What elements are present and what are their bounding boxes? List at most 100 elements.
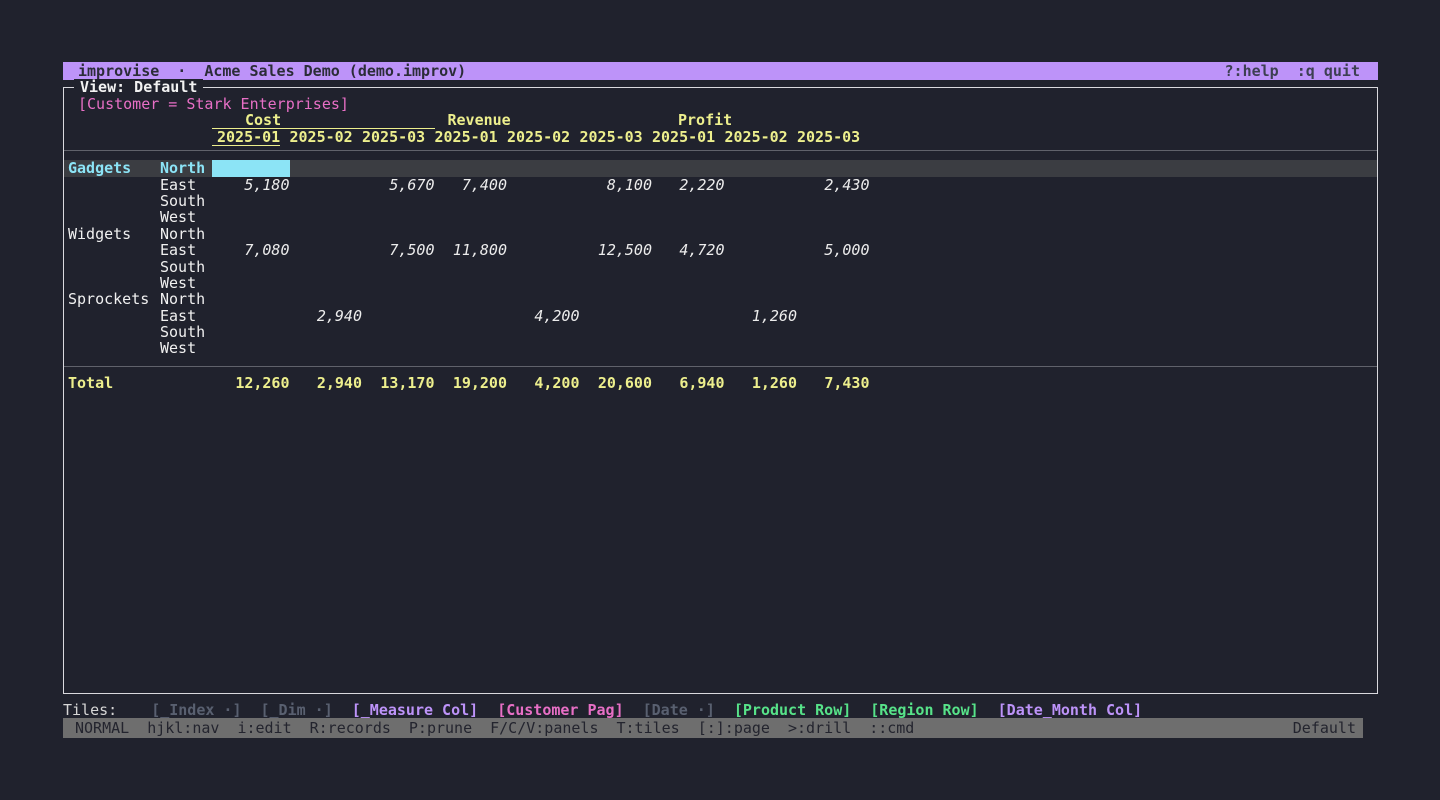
value-cell[interactable] bbox=[652, 226, 725, 242]
value-cell[interactable]: 5,180 bbox=[217, 177, 290, 193]
value-cell[interactable] bbox=[797, 308, 870, 324]
value-cell[interactable] bbox=[652, 291, 725, 307]
value-cell[interactable]: 5,000 bbox=[797, 242, 870, 258]
value-cell[interactable] bbox=[725, 259, 798, 275]
column-header[interactable]: 2025-02 bbox=[507, 129, 580, 145]
value-cell[interactable]: 1,260 bbox=[725, 308, 798, 324]
filter-chip[interactable]: [Customer = Stark Enterprises] bbox=[68, 96, 1377, 112]
value-cell[interactable] bbox=[435, 160, 508, 176]
value-cell[interactable] bbox=[580, 308, 653, 324]
table-row[interactable]: East5,1805,6707,4008,1002,2202,430 bbox=[64, 177, 1377, 193]
tile-customer[interactable]: [Customer Pag] bbox=[497, 701, 623, 719]
cursor-cell[interactable] bbox=[212, 160, 290, 176]
value-cell[interactable] bbox=[290, 259, 363, 275]
tile-date_month[interactable]: [Date_Month Col] bbox=[998, 701, 1143, 719]
value-cell[interactable] bbox=[362, 340, 435, 356]
value-cell[interactable] bbox=[797, 324, 870, 340]
value-cell[interactable] bbox=[797, 160, 870, 176]
value-cell[interactable]: 5,670 bbox=[362, 177, 435, 193]
value-cell[interactable] bbox=[797, 209, 870, 225]
value-cell[interactable]: 7,500 bbox=[362, 242, 435, 258]
column-header[interactable]: 2025-01 bbox=[217, 129, 290, 145]
value-cell[interactable] bbox=[435, 340, 508, 356]
value-cell[interactable] bbox=[580, 275, 653, 291]
value-cell[interactable] bbox=[725, 209, 798, 225]
column-header[interactable]: 2025-03 bbox=[580, 129, 653, 145]
value-cell[interactable] bbox=[362, 275, 435, 291]
value-cell[interactable] bbox=[435, 193, 508, 209]
value-cell[interactable] bbox=[580, 209, 653, 225]
value-cell[interactable] bbox=[507, 291, 580, 307]
table-row[interactable]: West bbox=[64, 340, 1377, 356]
column-header[interactable]: 2025-01 bbox=[435, 129, 508, 145]
value-cell[interactable] bbox=[290, 193, 363, 209]
value-cell[interactable] bbox=[362, 308, 435, 324]
table-row[interactable]: East7,0807,50011,80012,5004,7205,000 bbox=[64, 242, 1377, 258]
measure-group-profit[interactable]: Profit bbox=[652, 112, 870, 128]
column-header[interactable]: 2025-03 bbox=[362, 129, 435, 145]
value-cell[interactable] bbox=[580, 160, 653, 176]
table-row[interactable]: GadgetsNorth bbox=[64, 160, 1377, 176]
value-cell[interactable]: 2,940 bbox=[290, 308, 363, 324]
value-cell[interactable] bbox=[580, 226, 653, 242]
value-cell[interactable] bbox=[725, 160, 798, 176]
value-cell[interactable] bbox=[725, 340, 798, 356]
table-row[interactable]: West bbox=[64, 275, 1377, 291]
value-cell[interactable]: 2,430 bbox=[797, 177, 870, 193]
value-cell[interactable] bbox=[580, 259, 653, 275]
value-cell[interactable] bbox=[797, 193, 870, 209]
value-cell[interactable] bbox=[652, 308, 725, 324]
value-cell[interactable] bbox=[290, 242, 363, 258]
value-cell[interactable] bbox=[435, 209, 508, 225]
value-cell[interactable] bbox=[435, 226, 508, 242]
value-cell[interactable]: 7,400 bbox=[435, 177, 508, 193]
value-cell[interactable] bbox=[217, 259, 290, 275]
value-cell[interactable] bbox=[580, 291, 653, 307]
table-row[interactable]: South bbox=[64, 324, 1377, 340]
value-cell[interactable] bbox=[507, 193, 580, 209]
value-cell[interactable] bbox=[362, 160, 435, 176]
value-cell[interactable] bbox=[435, 275, 508, 291]
value-cell[interactable] bbox=[725, 193, 798, 209]
value-cell[interactable] bbox=[580, 324, 653, 340]
value-cell[interactable]: 2,220 bbox=[652, 177, 725, 193]
value-cell[interactable] bbox=[725, 291, 798, 307]
value-cell[interactable] bbox=[507, 259, 580, 275]
table-row[interactable]: SprocketsNorth bbox=[64, 291, 1377, 307]
value-cell[interactable] bbox=[362, 226, 435, 242]
value-cell[interactable] bbox=[797, 340, 870, 356]
value-cell[interactable]: 11,800 bbox=[435, 242, 508, 258]
value-cell[interactable]: 8,100 bbox=[580, 177, 653, 193]
tile-region[interactable]: [Region Row] bbox=[870, 701, 978, 719]
value-cell[interactable] bbox=[797, 226, 870, 242]
column-header[interactable]: 2025-02 bbox=[290, 129, 363, 145]
tile-index[interactable]: [_Index ·] bbox=[151, 701, 241, 719]
value-cell[interactable] bbox=[507, 209, 580, 225]
value-cell[interactable] bbox=[435, 259, 508, 275]
value-cell[interactable] bbox=[435, 291, 508, 307]
table-row[interactable]: South bbox=[64, 259, 1377, 275]
value-cell[interactable]: 7,080 bbox=[217, 242, 290, 258]
value-cell[interactable] bbox=[290, 291, 363, 307]
value-cell[interactable] bbox=[507, 177, 580, 193]
value-cell[interactable] bbox=[580, 340, 653, 356]
value-cell[interactable] bbox=[652, 275, 725, 291]
value-cell[interactable] bbox=[362, 193, 435, 209]
value-cell[interactable] bbox=[217, 209, 290, 225]
value-cell[interactable] bbox=[217, 226, 290, 242]
value-cell[interactable] bbox=[362, 209, 435, 225]
value-cell[interactable] bbox=[652, 324, 725, 340]
measure-group-revenue[interactable]: Revenue bbox=[435, 112, 653, 128]
value-cell[interactable] bbox=[217, 308, 290, 324]
value-cell[interactable] bbox=[725, 242, 798, 258]
value-cell[interactable] bbox=[797, 275, 870, 291]
value-cell[interactable] bbox=[507, 324, 580, 340]
table-row[interactable]: West bbox=[64, 209, 1377, 225]
value-cell[interactable] bbox=[725, 226, 798, 242]
value-cell[interactable] bbox=[217, 324, 290, 340]
value-cell[interactable] bbox=[435, 308, 508, 324]
column-header[interactable]: 2025-02 bbox=[725, 129, 798, 145]
value-cell[interactable] bbox=[362, 291, 435, 307]
value-cell[interactable] bbox=[435, 324, 508, 340]
table-row[interactable]: East2,9404,2001,260 bbox=[64, 308, 1377, 324]
